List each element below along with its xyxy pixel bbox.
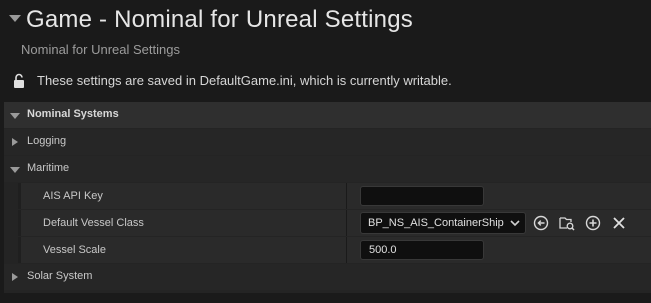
vessel-class-value: BP_NS_AIS_ContainerShip <box>368 217 504 229</box>
property-row-vessel-scale: Vessel Scale 500.0 <box>18 237 651 263</box>
page-title: Game - Nominal for Unreal Settings <box>26 6 413 33</box>
vessel-class-dropdown[interactable]: BP_NS_AIS_ContainerShip <box>360 212 526 234</box>
expand-arrow-icon[interactable] <box>10 167 20 173</box>
ais-api-key-input[interactable] <box>360 186 484 206</box>
property-row-default-vessel-class: Default Vessel Class BP_NS_AIS_Container… <box>18 210 651 236</box>
property-label: AIS API Key <box>43 190 103 202</box>
column-divider[interactable] <box>346 183 347 209</box>
config-file-notice: These settings are saved in DefaultGame.… <box>37 73 452 88</box>
category-solar-system[interactable]: Solar System <box>4 264 651 290</box>
indent-bar <box>18 210 21 236</box>
chevron-down-icon <box>510 220 520 227</box>
category-label: Maritime <box>27 162 70 174</box>
add-icon[interactable] <box>585 215 601 231</box>
use-selected-asset-icon[interactable] <box>533 215 549 231</box>
category-nominal-systems[interactable]: Nominal Systems <box>4 102 651 128</box>
vessel-scale-input[interactable]: 500.0 <box>360 240 484 260</box>
details-panel: Nominal Systems Logging Maritime AIS API… <box>4 102 651 293</box>
property-row-ais-api-key: AIS API Key <box>18 183 651 209</box>
collapsed-arrow-icon[interactable] <box>12 273 18 281</box>
unlock-icon <box>14 73 24 88</box>
clear-icon[interactable] <box>611 215 627 231</box>
collapsed-arrow-icon[interactable] <box>12 138 18 146</box>
collapse-arrow-icon[interactable] <box>9 15 21 22</box>
indent-bar <box>18 183 21 209</box>
settings-window: Game - Nominal for Unreal Settings Nomin… <box>0 0 651 303</box>
browse-folder-icon[interactable] <box>559 215 575 231</box>
category-maritime[interactable]: Maritime <box>4 156 651 182</box>
column-divider[interactable] <box>346 210 347 236</box>
expand-arrow-icon[interactable] <box>10 113 20 119</box>
column-divider[interactable] <box>346 237 347 263</box>
property-label: Vessel Scale <box>43 244 106 256</box>
settings-header: Game - Nominal for Unreal Settings Nomin… <box>0 0 651 100</box>
page-subtitle: Nominal for Unreal Settings <box>21 42 180 57</box>
category-label: Nominal Systems <box>27 108 119 120</box>
category-label: Solar System <box>27 270 93 282</box>
property-label: Default Vessel Class <box>43 217 144 229</box>
category-label: Logging <box>27 135 67 147</box>
indent-bar <box>18 237 21 263</box>
category-logging[interactable]: Logging <box>4 129 651 155</box>
